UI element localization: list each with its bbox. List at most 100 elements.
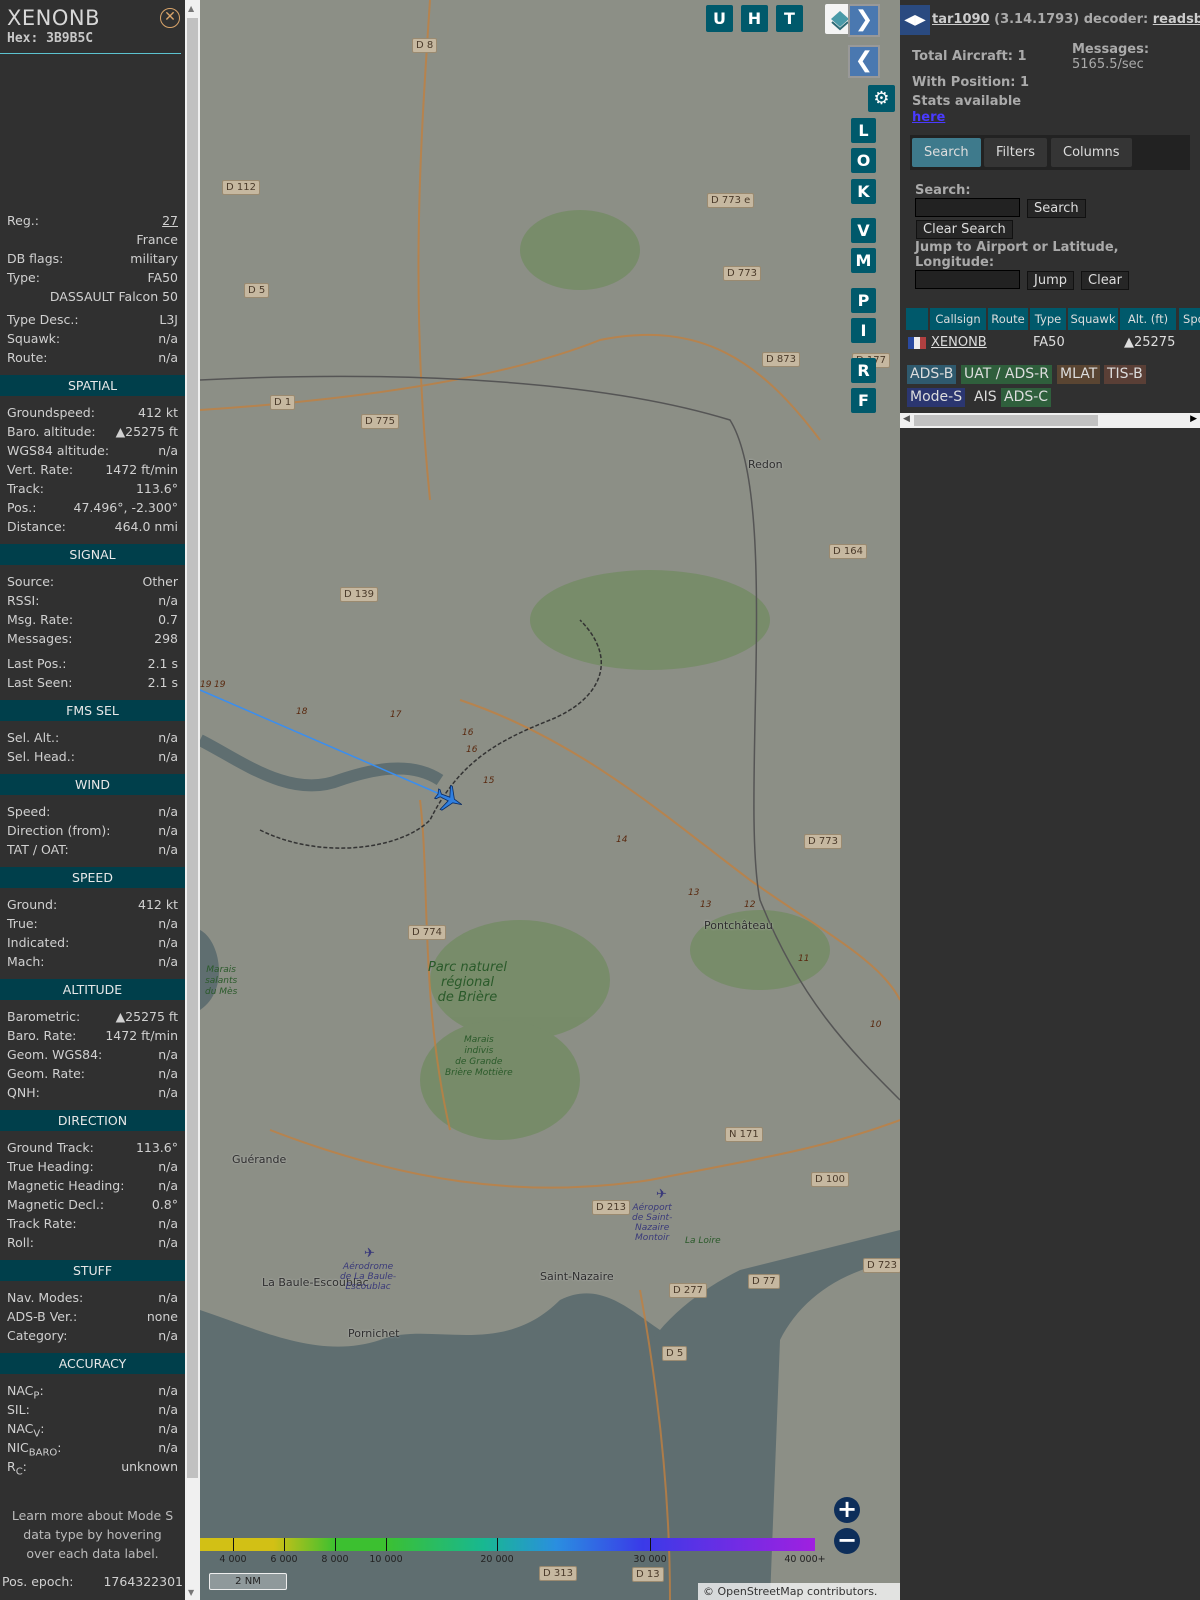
detail-label[interactable]: True Heading: bbox=[7, 1157, 94, 1176]
detail-label[interactable]: Last Seen: bbox=[7, 673, 72, 692]
detail-label[interactable]: WGS84 altitude: bbox=[7, 441, 109, 460]
clear-search-button[interactable]: Clear Search bbox=[916, 220, 1013, 239]
scroll-down-icon[interactable]: ▼ bbox=[188, 1588, 194, 1597]
detail-label[interactable]: Ground: bbox=[7, 895, 57, 914]
detail-label[interactable]: Indicated: bbox=[7, 933, 69, 952]
detail-row: Geom. WGS84: n/a bbox=[0, 1045, 185, 1064]
detail-label[interactable]: Distance: bbox=[7, 517, 66, 536]
detail-label[interactable]: Groundspeed: bbox=[7, 403, 95, 422]
tab-filters[interactable]: Filters bbox=[984, 138, 1047, 167]
detail-label[interactable]: Direction (from): bbox=[7, 821, 111, 840]
detail-label[interactable]: Baro. altitude: bbox=[7, 422, 96, 441]
tab-columns[interactable]: Columns bbox=[1051, 138, 1132, 167]
jump-button[interactable]: Jump bbox=[1027, 271, 1074, 290]
map-button-v[interactable]: V bbox=[851, 218, 876, 243]
decoder-link[interactable]: readsb bbox=[1153, 12, 1200, 27]
column-header-spd[interactable]: Spd bbox=[1179, 308, 1200, 330]
column-header-flag[interactable] bbox=[906, 308, 928, 330]
detail-label[interactable]: Magnetic Decl.: bbox=[7, 1195, 104, 1214]
close-icon[interactable]: ✕ bbox=[160, 8, 180, 28]
detail-label[interactable]: RC: bbox=[7, 1457, 27, 1478]
detail-label[interactable]: Route: bbox=[7, 348, 48, 367]
detail-label[interactable]: Type: bbox=[7, 268, 40, 287]
detail-label[interactable]: Source: bbox=[7, 572, 54, 591]
detail-scrollbar[interactable]: ▲ ▼ bbox=[185, 0, 200, 1600]
detail-label[interactable]: Barometric: bbox=[7, 1007, 80, 1026]
detail-label[interactable]: True: bbox=[7, 914, 38, 933]
search-input[interactable] bbox=[915, 198, 1020, 217]
detail-label[interactable]: Baro. Rate: bbox=[7, 1026, 76, 1045]
detail-label[interactable]: DB flags: bbox=[7, 249, 63, 268]
map-button-p[interactable]: P bbox=[851, 288, 876, 313]
detail-label[interactable]: ADS-B Ver.: bbox=[7, 1307, 77, 1326]
column-header-callsign[interactable]: Callsign bbox=[930, 308, 986, 330]
detail-label[interactable]: Track: bbox=[7, 479, 44, 498]
column-header-alt-ft-[interactable]: Alt. (ft) bbox=[1120, 308, 1176, 330]
map-button-k[interactable]: K bbox=[851, 179, 876, 204]
map-button-i[interactable]: I bbox=[851, 318, 876, 343]
map-button-l[interactable]: L bbox=[851, 118, 876, 143]
detail-label[interactable]: Sel. Alt.: bbox=[7, 728, 59, 747]
zoom-out-button[interactable]: − bbox=[834, 1528, 860, 1554]
detail-label[interactable]: NACP: bbox=[7, 1381, 44, 1402]
osm-link[interactable]: OpenStreetMap bbox=[718, 1585, 804, 1598]
detail-label[interactable]: Squawk: bbox=[7, 329, 60, 348]
search-button[interactable]: Search bbox=[1027, 199, 1086, 218]
scrollbar-thumb[interactable] bbox=[914, 415, 1098, 426]
detail-label[interactable]: Track Rate: bbox=[7, 1214, 77, 1233]
map-button-r[interactable]: R bbox=[851, 358, 876, 383]
map-button-u[interactable]: U bbox=[706, 5, 733, 32]
scroll-left-icon[interactable]: ◀ bbox=[903, 414, 910, 424]
map-button-f[interactable]: F bbox=[851, 388, 876, 413]
detail-label[interactable]: Ground Track: bbox=[7, 1138, 94, 1157]
detail-label[interactable]: Magnetic Heading: bbox=[7, 1176, 124, 1195]
toggle-sidebar-button[interactable]: ◀▶ bbox=[900, 5, 930, 35]
aircraft-icon[interactable] bbox=[432, 782, 466, 816]
detail-label[interactable]: Geom. Rate: bbox=[7, 1064, 85, 1083]
detail-label[interactable]: Messages: bbox=[7, 629, 73, 648]
detail-label[interactable]: Roll: bbox=[7, 1233, 34, 1252]
detail-label[interactable]: RSSI: bbox=[7, 591, 39, 610]
detail-label[interactable]: Reg.: bbox=[7, 211, 39, 230]
stats-link[interactable]: here bbox=[912, 110, 945, 125]
road-label: D 213 bbox=[592, 1200, 630, 1215]
settings-button[interactable]: ⚙ bbox=[868, 85, 895, 112]
scrollbar-thumb[interactable] bbox=[187, 18, 198, 1478]
detail-label[interactable]: QNH: bbox=[7, 1083, 40, 1102]
detail-value[interactable]: 27 bbox=[162, 211, 178, 230]
table-scrollbar[interactable]: ◀ ▶ bbox=[900, 413, 1200, 428]
expand-panel-button[interactable]: ❯ bbox=[848, 4, 880, 37]
detail-label[interactable]: Sel. Head.: bbox=[7, 747, 75, 766]
map[interactable]: D 8D 112D 5D 773 eD 773D 873D 177D 1D 77… bbox=[200, 0, 900, 1600]
detail-label[interactable]: Nav. Modes: bbox=[7, 1288, 83, 1307]
jump-input[interactable] bbox=[915, 270, 1020, 289]
detail-label[interactable]: SIL: bbox=[7, 1400, 30, 1419]
column-header-route[interactable]: Route bbox=[988, 308, 1028, 330]
detail-label[interactable]: Speed: bbox=[7, 802, 50, 821]
scroll-up-icon[interactable]: ▲ bbox=[188, 4, 194, 13]
scroll-right-icon[interactable]: ▶ bbox=[1190, 414, 1197, 424]
map-button-t[interactable]: T bbox=[776, 5, 803, 32]
map-button-h[interactable]: H bbox=[741, 5, 768, 32]
callsign-link[interactable]: XENONB bbox=[931, 333, 987, 352]
map-button-m[interactable]: M bbox=[851, 248, 876, 273]
collapse-panel-button[interactable]: ❮ bbox=[848, 45, 880, 78]
detail-label[interactable]: Pos.: bbox=[7, 498, 36, 517]
detail-label[interactable]: Mach: bbox=[7, 952, 44, 971]
app-link[interactable]: tar1090 bbox=[932, 12, 990, 27]
clear-button[interactable]: Clear bbox=[1081, 271, 1129, 290]
column-header-type[interactable]: Type bbox=[1030, 308, 1066, 330]
zoom-in-button[interactable]: + bbox=[834, 1497, 860, 1523]
detail-label[interactable]: Type Desc.: bbox=[7, 310, 79, 329]
detail-label[interactable]: NICBARO: bbox=[7, 1438, 62, 1459]
column-header-squawk[interactable]: Squawk bbox=[1068, 308, 1118, 330]
detail-label[interactable]: Geom. WGS84: bbox=[7, 1045, 102, 1064]
map-button-o[interactable]: O bbox=[851, 148, 876, 173]
detail-label[interactable]: Category: bbox=[7, 1326, 67, 1345]
detail-label[interactable]: Vert. Rate: bbox=[7, 460, 73, 479]
detail-label[interactable]: Last Pos.: bbox=[7, 654, 66, 673]
detail-label[interactable]: TAT / OAT: bbox=[7, 840, 69, 859]
detail-label[interactable]: Msg. Rate: bbox=[7, 610, 73, 629]
tab-search[interactable]: Search bbox=[912, 138, 981, 167]
detail-label[interactable]: NACV: bbox=[7, 1419, 44, 1440]
